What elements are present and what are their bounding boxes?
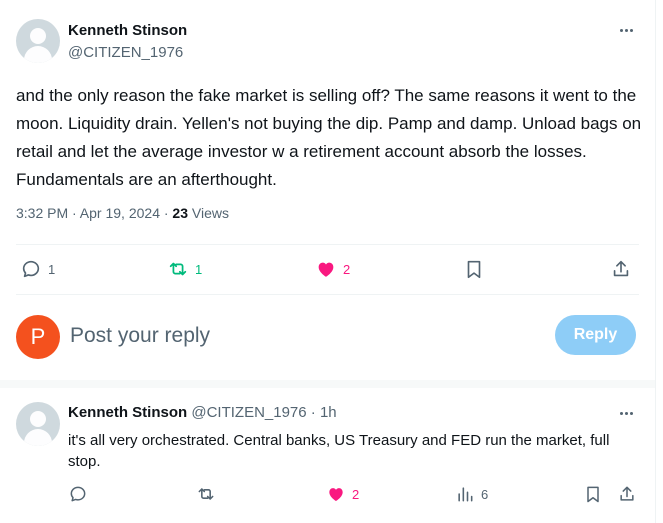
reply-share-action[interactable]: [617, 484, 637, 504]
reply-like-action[interactable]: 2: [326, 484, 359, 504]
more-options-icon[interactable]: [616, 20, 636, 40]
reply-header: Kenneth Stinson @CITIZEN_1976 · 1h: [68, 404, 337, 421]
reply-text: it's all very orchestrated. Central bank…: [68, 432, 610, 470]
reply-bookmark-action[interactable]: [583, 484, 603, 504]
retweet-icon: [169, 262, 187, 276]
reply-count: 1: [48, 261, 56, 277]
like-count: 2: [343, 261, 351, 277]
reply-input[interactable]: Post your reply: [70, 324, 210, 348]
reply-icon: [22, 260, 40, 278]
divider: [16, 294, 639, 295]
tweet-text: and the only reason the fake market is s…: [16, 86, 642, 189]
like-action[interactable]: 2: [315, 258, 350, 280]
section-separator: [0, 380, 655, 388]
reply-author-avatar[interactable]: [16, 402, 60, 446]
reply-more-options-icon[interactable]: [616, 403, 636, 423]
views-count: 23: [172, 205, 188, 221]
reply-views-count: 6: [481, 486, 489, 502]
retweet-icon: [198, 488, 214, 500]
analytics-icon: [458, 487, 473, 502]
composer-avatar[interactable]: P: [16, 315, 60, 359]
tweet-timestamp[interactable]: 3:32 PM · Apr 19, 2024 ·: [16, 205, 172, 221]
author-name[interactable]: Kenneth Stinson: [68, 22, 187, 39]
bookmark-icon: [467, 260, 481, 279]
tweet-detail-page: Kenneth Stinson @CITIZEN_1976 and the on…: [0, 0, 656, 523]
author-handle[interactable]: @CITIZEN_1976: [68, 44, 183, 61]
retweet-count: 1: [195, 261, 203, 277]
divider: [16, 244, 639, 245]
retweet-action[interactable]: 1: [167, 258, 202, 280]
heart-icon: [329, 488, 343, 502]
views-label: Views: [188, 205, 229, 221]
reply-icon: [70, 486, 86, 502]
reply-action[interactable]: 1: [20, 258, 55, 280]
share-icon: [620, 486, 634, 501]
reply-views-action[interactable]: 6: [455, 484, 488, 504]
reply-author-name[interactable]: Kenneth Stinson: [68, 404, 187, 421]
author-avatar[interactable]: [16, 19, 60, 63]
bookmark-icon: [587, 486, 599, 503]
share-action[interactable]: [610, 258, 632, 280]
share-icon: [613, 260, 629, 277]
reply-retweet-action[interactable]: [196, 484, 216, 504]
reply-like-count: 2: [352, 486, 360, 502]
reply-button[interactable]: Reply: [555, 315, 636, 355]
reply-reply-action[interactable]: [68, 484, 88, 504]
reply-author-handle[interactable]: @CITIZEN_1976 · 1h: [191, 404, 336, 421]
tweet-meta: 3:32 PM · Apr 19, 2024 · 23 Views: [16, 205, 229, 221]
heart-icon: [318, 262, 334, 277]
bookmark-action[interactable]: [463, 258, 485, 280]
